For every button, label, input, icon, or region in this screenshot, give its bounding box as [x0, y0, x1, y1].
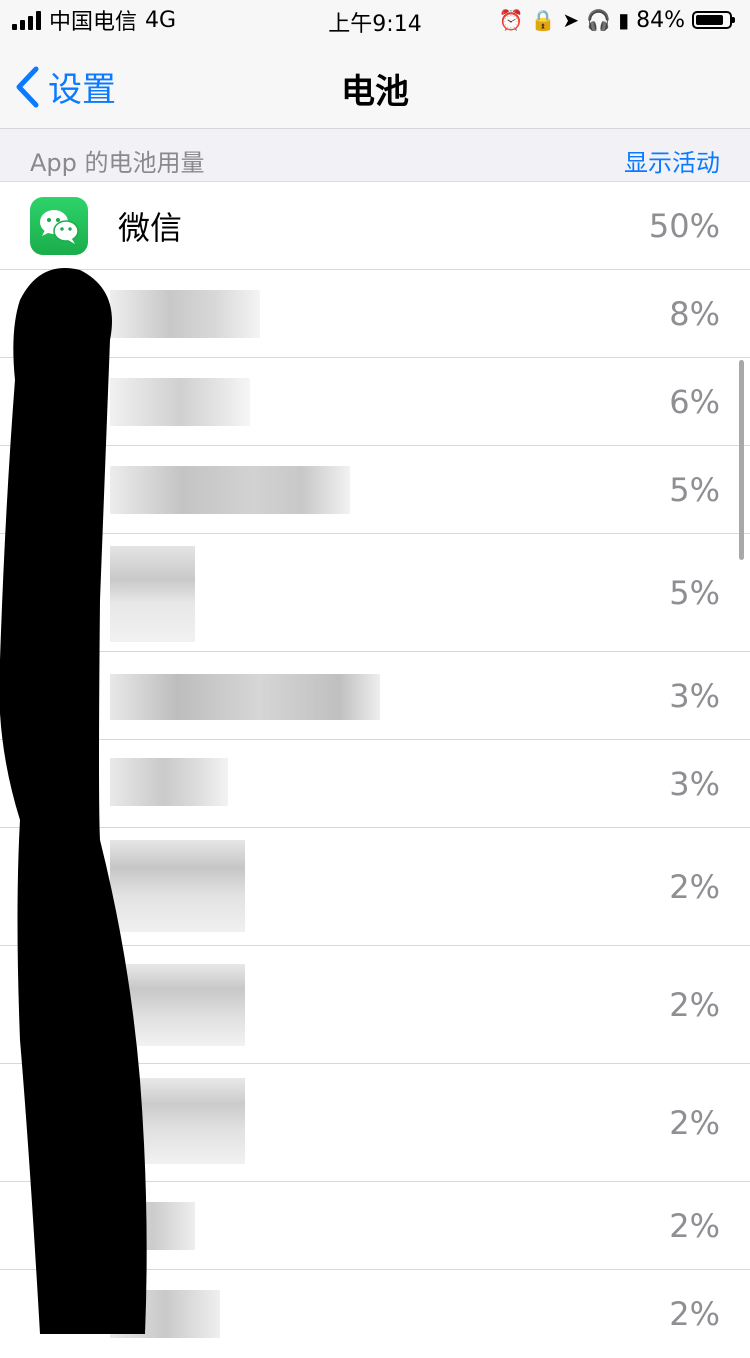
alarm-icon: ⏰	[498, 8, 524, 32]
status-right: ⏰ 🔒 ➤ 🎧 ▮ 84%	[498, 6, 735, 34]
usage-percent: 2%	[669, 867, 720, 906]
section-header: App 的电池用量 显示活动	[0, 129, 750, 182]
usage-percent: 50%	[648, 206, 720, 245]
page-title: 电池	[341, 72, 409, 112]
usage-percent: 2%	[669, 985, 720, 1024]
usage-percent: 2%	[669, 1295, 720, 1333]
status-bar: 中国电信 4G 上午9:14 ⏰ 🔒 ➤ 🎧 ▮ 84%	[0, 0, 750, 40]
usage-percent: 3%	[669, 676, 720, 715]
usage-percent: 2%	[669, 1103, 720, 1142]
rotation-lock-icon: 🔒	[530, 8, 556, 32]
redaction-mark	[0, 268, 147, 1334]
section-label: App 的电池用量	[30, 149, 205, 177]
navigation-bar: 设置 电池	[0, 40, 750, 129]
show-activity-button[interactable]: 显示活动	[624, 143, 720, 178]
usage-percent: 5%	[669, 470, 720, 509]
usage-percent: 6%	[669, 382, 720, 421]
usage-percent: 5%	[669, 573, 720, 612]
wechat-icon	[30, 197, 88, 255]
battery-percent: 84%	[636, 7, 685, 33]
usage-percent: 8%	[669, 294, 720, 333]
scroll-indicator	[739, 360, 744, 560]
list-item[interactable]: 微信 50%	[0, 182, 750, 270]
app-name: 微信	[118, 208, 183, 247]
headphones-icon: 🎧	[586, 8, 612, 32]
usage-percent: 3%	[669, 764, 720, 803]
battery-small-icon: ▮	[618, 8, 630, 32]
battery-icon	[692, 11, 735, 29]
battery-fill	[696, 15, 723, 25]
usage-percent: 2%	[669, 1206, 720, 1245]
location-icon: ➤	[562, 8, 580, 32]
